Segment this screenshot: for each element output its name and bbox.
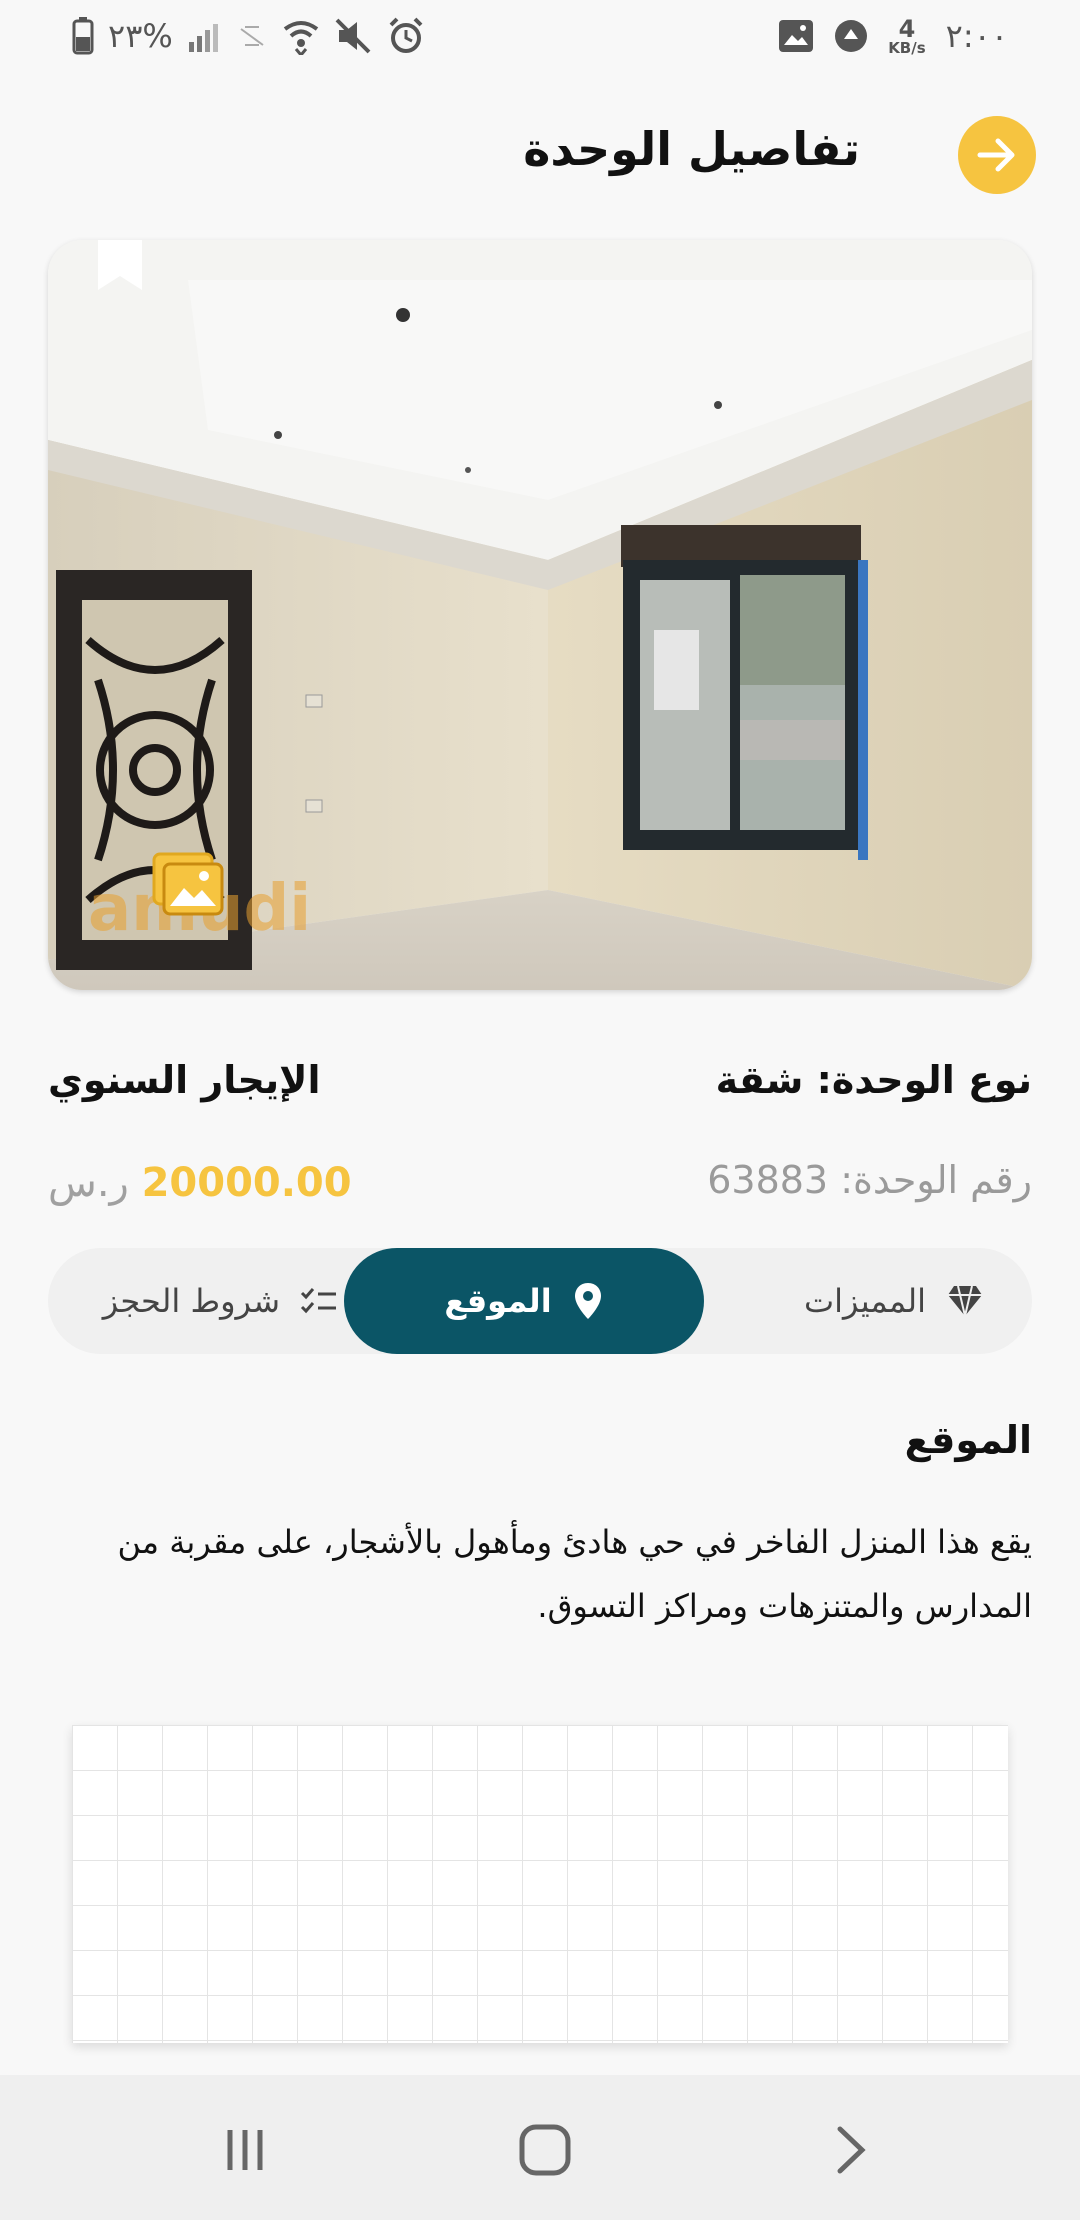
- location-pin-icon: [574, 1283, 601, 1319]
- header: تفاصيل الوحدة: [0, 110, 1080, 200]
- sync-off-icon: [240, 26, 264, 46]
- signal-icon: [188, 24, 218, 52]
- price-currency: ر.س: [48, 1160, 129, 1206]
- image-icon: [779, 20, 814, 52]
- status-left: ٢٣%: [72, 10, 425, 62]
- alarm-icon: [389, 17, 423, 53]
- unit-number: رقم الوحدة: 63883: [707, 1158, 1032, 1202]
- home-icon: [519, 2124, 571, 2176]
- chevron-right-icon: [837, 2126, 866, 2174]
- mute-icon: [335, 18, 371, 54]
- recent-apps-button[interactable]: [210, 2115, 280, 2185]
- tab-booking-terms[interactable]: شروط الحجز: [88, 1248, 338, 1354]
- location-description: يقع هذا المنزل الفاخر في حي هادئ ومأهول …: [117, 1523, 1032, 1625]
- price-amount: 20000.00: [141, 1160, 352, 1206]
- tab-location-label: الموقع: [444, 1282, 552, 1320]
- status-right: 4 KB/s ٢:٠٠: [778, 10, 1008, 62]
- tab-location[interactable]: الموقع: [344, 1248, 704, 1354]
- status-bar: ٢٣% 4 KB/s ٢:٠٠: [0, 0, 1080, 72]
- arrow-right-icon: [977, 138, 1015, 172]
- rent-type: الإيجار السنوي: [48, 1058, 321, 1102]
- checklist-icon: [300, 1288, 336, 1314]
- clock: ٢:٠٠: [945, 17, 1008, 55]
- back-button[interactable]: [958, 116, 1036, 194]
- system-nav-bar: [0, 2075, 1080, 2220]
- detail-tabs: المميزات الموقع شروط الحجز: [48, 1248, 1032, 1354]
- diamond-icon: [948, 1285, 982, 1317]
- battery-icon: [72, 17, 94, 55]
- recent-apps-icon: [227, 2130, 263, 2170]
- price: 20000.00 ر.س: [48, 1160, 352, 1206]
- tab-features-label: المميزات: [804, 1282, 926, 1320]
- unit-type: نوع الوحدة: شقة: [715, 1058, 1032, 1102]
- vpn-icon: [835, 20, 868, 52]
- wifi-icon: [283, 21, 318, 55]
- section-title: الموقع: [904, 1418, 1032, 1462]
- gallery-icon[interactable]: [148, 850, 228, 920]
- battery-level: ٢٣%: [108, 17, 173, 55]
- tab-features[interactable]: المميزات: [724, 1248, 984, 1354]
- property-photo[interactable]: amudi: [48, 240, 1032, 990]
- net-speed-value: 4: [898, 14, 916, 43]
- page-title: تفاصيل الوحدة: [523, 122, 860, 176]
- tab-booking-terms-label: شروط الحجز: [102, 1282, 280, 1320]
- back-nav-button[interactable]: [815, 2115, 885, 2185]
- home-button[interactable]: [510, 2115, 580, 2185]
- map-view[interactable]: [72, 1725, 1008, 2043]
- net-speed-unit: KB/s: [888, 38, 926, 57]
- net-speed: 4 KB/s: [888, 17, 925, 56]
